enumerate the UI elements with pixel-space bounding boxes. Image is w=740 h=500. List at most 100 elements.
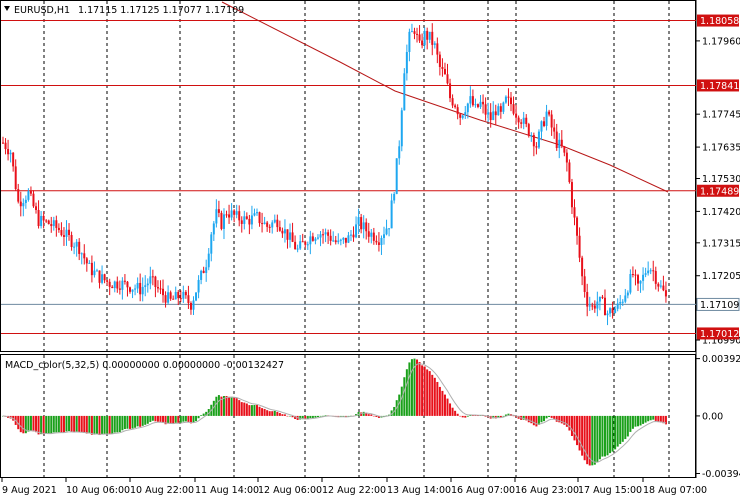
candle-body xyxy=(347,235,350,243)
macd-bar xyxy=(57,415,60,433)
macd-bar xyxy=(172,415,175,424)
candle-body xyxy=(464,112,467,116)
macd-bar xyxy=(596,415,599,463)
ohlc-values: 1.17115 1.17125 1.17077 1.17109 xyxy=(78,5,244,16)
macd-bar xyxy=(70,415,73,433)
level-badge-label: 1.17012 xyxy=(700,329,739,340)
candle-body xyxy=(393,193,396,201)
macd-bar xyxy=(309,415,312,419)
candle-body xyxy=(634,274,637,276)
candle-body xyxy=(294,241,297,250)
candle-body xyxy=(281,230,284,234)
macd-bar xyxy=(578,415,581,451)
macd-bar xyxy=(103,415,106,434)
candle-body xyxy=(210,234,213,254)
time-label: 11 Aug 14:00 xyxy=(195,485,259,496)
macd-bar xyxy=(22,415,25,434)
candle-body xyxy=(123,280,126,282)
candle-body xyxy=(441,66,444,69)
macd-bar xyxy=(530,415,533,424)
candle-body xyxy=(189,303,192,310)
candle-body xyxy=(83,253,86,259)
price-tick-label: 1.17205 xyxy=(702,271,740,282)
candle-body xyxy=(489,112,492,121)
candle-body xyxy=(167,292,170,303)
macd-bar xyxy=(266,410,269,416)
candle-body xyxy=(568,162,571,183)
candle-body xyxy=(68,229,71,235)
candle-body xyxy=(403,73,406,111)
macd-bar xyxy=(253,405,256,416)
macd-bar xyxy=(73,415,76,433)
macd-bar xyxy=(179,415,182,423)
candle-body xyxy=(248,218,251,225)
macd-bar xyxy=(80,415,83,433)
candle-body xyxy=(121,280,124,290)
candle-body xyxy=(654,271,657,284)
candle-body xyxy=(301,241,304,243)
candle-body xyxy=(222,214,225,229)
macd-bar xyxy=(141,415,144,426)
candle-body xyxy=(316,237,319,239)
macd-label: MACD_color(5,32,5) 0.00000000 0.00000000… xyxy=(5,360,284,371)
macd-bar xyxy=(626,415,629,437)
macd-bar xyxy=(182,415,185,422)
candle-body xyxy=(624,295,627,302)
macd-bar xyxy=(123,415,126,430)
candle-body xyxy=(606,313,609,316)
candle-body xyxy=(90,262,93,276)
macd-bar xyxy=(258,406,261,416)
candle-body xyxy=(311,236,314,241)
candle-body xyxy=(42,215,45,221)
macd-bar xyxy=(159,415,162,422)
candle-body xyxy=(95,270,98,272)
macd-bar xyxy=(423,366,426,416)
candle-body xyxy=(565,152,568,163)
level-badge-label: 1.17489 xyxy=(700,186,739,197)
time-axis-labels: 9 Aug 2021 10 Aug 06:00 10 Aug 22:00 11 Aug… xyxy=(1,478,707,496)
candle-body xyxy=(205,267,208,273)
candle-body xyxy=(474,104,477,106)
candle-body xyxy=(520,122,523,124)
candle-body xyxy=(545,111,548,126)
macd-bar xyxy=(316,415,319,418)
candle-body xyxy=(289,232,292,240)
macd-bar xyxy=(111,415,114,434)
macd-bar xyxy=(52,415,55,433)
macd-bar xyxy=(273,410,276,416)
time-label: 16 Aug 23:00 xyxy=(515,485,579,496)
candle-body xyxy=(560,139,563,147)
candle-body xyxy=(497,106,500,116)
candle-body xyxy=(537,131,540,148)
candle-body xyxy=(517,117,520,123)
macd-bar xyxy=(609,415,612,454)
candle-body xyxy=(134,288,137,290)
candle-body xyxy=(256,212,258,214)
macd-bar xyxy=(156,415,159,422)
macd-bar xyxy=(202,413,205,416)
candle-body xyxy=(631,274,634,276)
macd-bar xyxy=(162,415,165,423)
price-tick-label: 1.17635 xyxy=(702,143,740,154)
candle-body xyxy=(367,231,370,237)
candle-body xyxy=(555,131,558,149)
candle-body xyxy=(637,275,639,284)
candle-body xyxy=(570,182,573,208)
candle-body xyxy=(276,219,279,228)
macd-bar xyxy=(55,415,58,433)
candle-body xyxy=(47,220,50,225)
macd-bar xyxy=(647,415,650,422)
candle-body xyxy=(22,203,25,207)
candle-body xyxy=(62,235,65,237)
level-badge-label: 1.18058 xyxy=(700,16,739,27)
macd-bar xyxy=(436,381,439,416)
candle-body xyxy=(395,158,398,194)
candle-body xyxy=(103,274,106,281)
candle-body xyxy=(32,193,35,207)
time-label: 18 Aug 07:00 xyxy=(643,485,707,496)
mt4-chart-window[interactable]: 1.17960 1.17745 1.17635 1.17530 1.17420 1.173… xyxy=(0,0,740,500)
macd-tick-label: 0.00 xyxy=(702,411,723,422)
candle-body xyxy=(357,217,360,225)
candle-body xyxy=(626,292,629,296)
macd-bar xyxy=(654,415,657,421)
